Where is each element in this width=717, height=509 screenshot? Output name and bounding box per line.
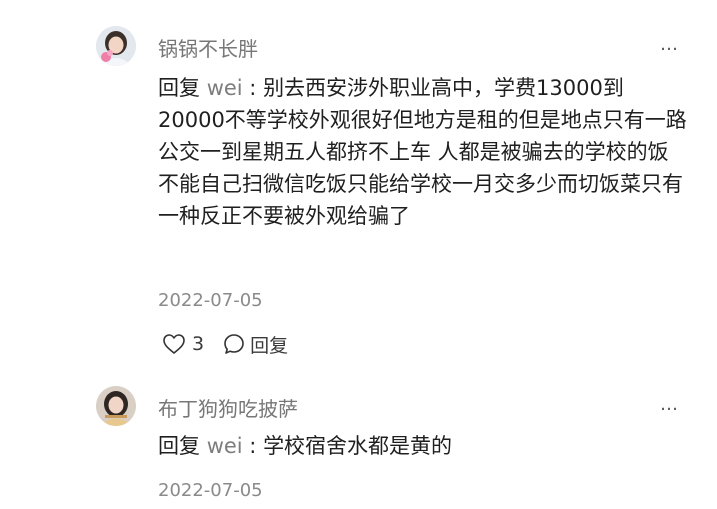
username[interactable]: 锅锅不长胖 (158, 33, 258, 62)
like-button[interactable]: 3 (162, 333, 204, 355)
avatar[interactable] (96, 386, 136, 426)
reply-target-user[interactable]: wei (207, 434, 243, 458)
comment-text: 回复 wei : 学校宿舍水都是黄的 (158, 430, 688, 462)
username[interactable]: 布丁狗狗吃披萨 (158, 393, 298, 422)
avatar-image (96, 26, 136, 66)
reply-target-user[interactable]: wei (207, 76, 243, 100)
reply-separator: : (242, 434, 264, 458)
comment-text: 回复 wei : 别去西安涉外职业高中，学费13000到20000不等学校外观很… (158, 72, 688, 232)
reply-prefix: 回复 (158, 434, 207, 458)
comment-bubble-icon (224, 334, 244, 354)
reply-separator: : (242, 76, 264, 100)
reply-label: 回复 (250, 334, 289, 357)
avatar[interactable] (96, 26, 136, 66)
reply-button[interactable]: 回复 (222, 331, 288, 358)
comment-date: 2022-07-05 (158, 480, 263, 501)
reply-prefix: 回复 (158, 76, 207, 100)
more-options-icon[interactable]: … (660, 36, 680, 54)
comment-actions: 3 回复 (162, 331, 288, 358)
more-options-icon[interactable]: … (660, 396, 680, 414)
avatar-image (96, 386, 136, 426)
comment-content: 学校宿舍水都是黄的 (263, 434, 453, 458)
heart-icon (163, 334, 185, 354)
like-count: 3 (192, 333, 205, 355)
comment-date: 2022-07-05 (158, 290, 263, 311)
